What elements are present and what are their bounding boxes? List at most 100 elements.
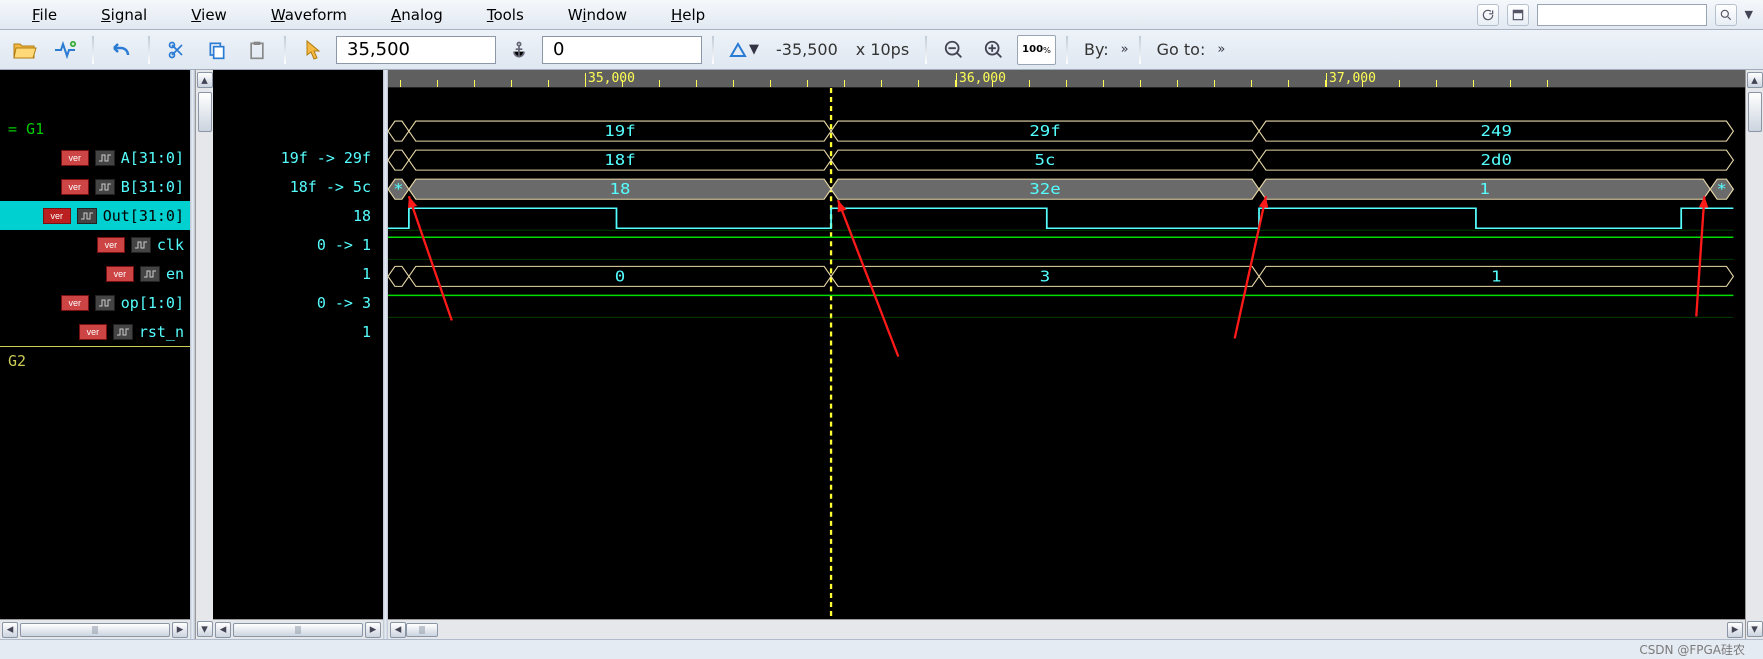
signal-value: 1: [213, 259, 383, 288]
scroll-right-icon[interactable]: ▸: [1727, 622, 1743, 638]
type-badge: ver: [106, 266, 134, 282]
signal-value: 19f -> 29f: [213, 143, 383, 172]
waveform-glyph-icon: [95, 150, 115, 166]
goto-label: Go to:: [1151, 40, 1212, 59]
type-badge: ver: [79, 324, 107, 340]
bus-value: 1: [1479, 180, 1489, 198]
type-badge: ver: [61, 179, 89, 195]
footer: CSDN @FPGA硅农: [0, 639, 1763, 659]
signal-names-panel: = G1verA[31:0]verB[31:0]verOut[31:0]verc…: [0, 70, 190, 639]
group-g1[interactable]: = G1: [0, 114, 190, 143]
type-badge: ver: [61, 295, 89, 311]
waveform-panel: 35,00036,00037,000 19f29f24918f5c2d0*183…: [388, 70, 1745, 639]
names-vscroll[interactable]: ▴ ▾: [195, 70, 213, 639]
bus-value: 32e: [1029, 180, 1060, 198]
open-icon[interactable]: [8, 35, 42, 65]
signal-name: en: [166, 265, 184, 283]
time-ruler[interactable]: 35,00036,00037,000: [388, 70, 1745, 88]
scroll-up-icon[interactable]: ▴: [197, 72, 213, 88]
names-hscroll[interactable]: ◂ ▸: [0, 619, 190, 639]
menu-view[interactable]: View: [169, 2, 249, 28]
signal-row-Out310[interactable]: verOut[31:0]: [0, 201, 190, 230]
anchor-icon[interactable]: [502, 35, 536, 65]
group-g2[interactable]: G2: [0, 346, 190, 375]
scroll-down-icon[interactable]: ▾: [1747, 621, 1763, 637]
signal-name: B[31:0]: [121, 178, 184, 196]
menu-file[interactable]: File: [10, 2, 79, 28]
menu-help[interactable]: Help: [649, 2, 727, 28]
dropdown-icon[interactable]: ▼: [1745, 8, 1753, 21]
copy-icon[interactable]: [200, 35, 234, 65]
waveform-glyph-icon: [77, 208, 97, 224]
goto-more-icon[interactable]: »: [1217, 42, 1225, 57]
ruler-label: 37,000: [1329, 71, 1376, 86]
by-more-icon[interactable]: »: [1121, 42, 1129, 57]
waves-vscroll[interactable]: ▴ ▾: [1745, 70, 1763, 639]
signal-value: 0 -> 1: [213, 230, 383, 259]
signal-value: 18: [213, 201, 383, 230]
signal-value: 18f -> 5c: [213, 172, 383, 201]
scroll-thumb[interactable]: [406, 623, 438, 637]
paste-icon[interactable]: [240, 35, 274, 65]
menu-signal[interactable]: Signal: [79, 2, 169, 28]
scroll-left-icon[interactable]: ◂: [215, 622, 231, 638]
scroll-up-icon[interactable]: ▴: [1747, 72, 1763, 88]
bus-value: 18: [609, 180, 630, 198]
search-icon[interactable]: [1715, 4, 1737, 26]
waves-hscroll[interactable]: ◂ ▸: [388, 619, 1745, 639]
waveform-glyph-icon: [131, 237, 151, 253]
type-badge: ver: [61, 150, 89, 166]
window-icon[interactable]: [1507, 4, 1529, 26]
waveform-glyph-icon: [113, 324, 133, 340]
scroll-thumb[interactable]: [233, 623, 363, 637]
bus-value: 18f: [604, 151, 635, 169]
main-area: = G1verA[31:0]verB[31:0]verOut[31:0]verc…: [0, 70, 1763, 639]
signal-row-en[interactable]: ver en: [0, 259, 190, 288]
waveform-canvas[interactable]: 19f29f24918f5c2d0*1832e1*031: [388, 88, 1745, 619]
menu-waveform[interactable]: Waveform: [249, 2, 369, 28]
signal-row-op10[interactable]: verop[1:0]: [0, 288, 190, 317]
signal-values-panel: 19f -> 29f18f -> 5c180 -> 110 -> 31 ◂ ▸: [213, 70, 383, 639]
time-input[interactable]: 35,500: [336, 36, 496, 64]
add-signal-icon[interactable]: [48, 35, 82, 65]
signal-row-rst_n[interactable]: verrst_n: [0, 317, 190, 346]
scroll-left-icon[interactable]: ◂: [2, 622, 18, 638]
bus-value: 2d0: [1481, 151, 1512, 169]
timescale-label: x 10ps: [850, 40, 915, 59]
toolbar: 35,500 0 ▼ -35,500 x 10ps 100% By: » Go …: [0, 30, 1763, 70]
scroll-thumb[interactable]: [198, 92, 212, 132]
bus-value: 1: [1491, 267, 1501, 285]
bus-value: 3: [1040, 267, 1050, 285]
zoom-out-icon[interactable]: [937, 35, 971, 65]
menu-window[interactable]: Window: [546, 2, 649, 28]
cut-icon[interactable]: [160, 35, 194, 65]
scroll-right-icon[interactable]: ▸: [172, 622, 188, 638]
refresh-icon[interactable]: [1477, 4, 1499, 26]
scroll-right-icon[interactable]: ▸: [365, 622, 381, 638]
signal-name: clk: [157, 236, 184, 254]
signal-row-clk[interactable]: verclk: [0, 230, 190, 259]
signal-value: 0 -> 3: [213, 288, 383, 317]
undo-icon[interactable]: [104, 35, 138, 65]
waveform-glyph-icon: [95, 179, 115, 195]
menu-analog[interactable]: Analog: [369, 2, 465, 28]
signal-row-B310[interactable]: ver B[31:0]: [0, 172, 190, 201]
ruler-label: 35,000: [588, 71, 635, 86]
scroll-thumb[interactable]: [1748, 92, 1762, 132]
signal-row-A310[interactable]: verA[31:0]: [0, 143, 190, 172]
scroll-left-icon[interactable]: ◂: [390, 622, 406, 638]
cursor-pos-input[interactable]: 0: [542, 36, 702, 64]
bus-value: 249: [1481, 122, 1512, 140]
search-input[interactable]: [1537, 4, 1707, 26]
values-hscroll[interactable]: ◂ ▸: [213, 619, 383, 639]
zoom-100-icon[interactable]: 100%: [1017, 35, 1056, 65]
delta-icon[interactable]: ▼: [724, 35, 764, 65]
scroll-down-icon[interactable]: ▾: [197, 621, 213, 637]
menu-bar: File Signal View Waveform Analog Tools W…: [0, 0, 1763, 30]
cursor-icon[interactable]: [296, 35, 330, 65]
signal-name: Out[31:0]: [103, 207, 184, 225]
scroll-thumb[interactable]: [20, 623, 170, 637]
credit-text: CSDN @FPGA硅农: [1639, 641, 1745, 658]
zoom-in-icon[interactable]: [977, 35, 1011, 65]
menu-tools[interactable]: Tools: [465, 2, 546, 28]
